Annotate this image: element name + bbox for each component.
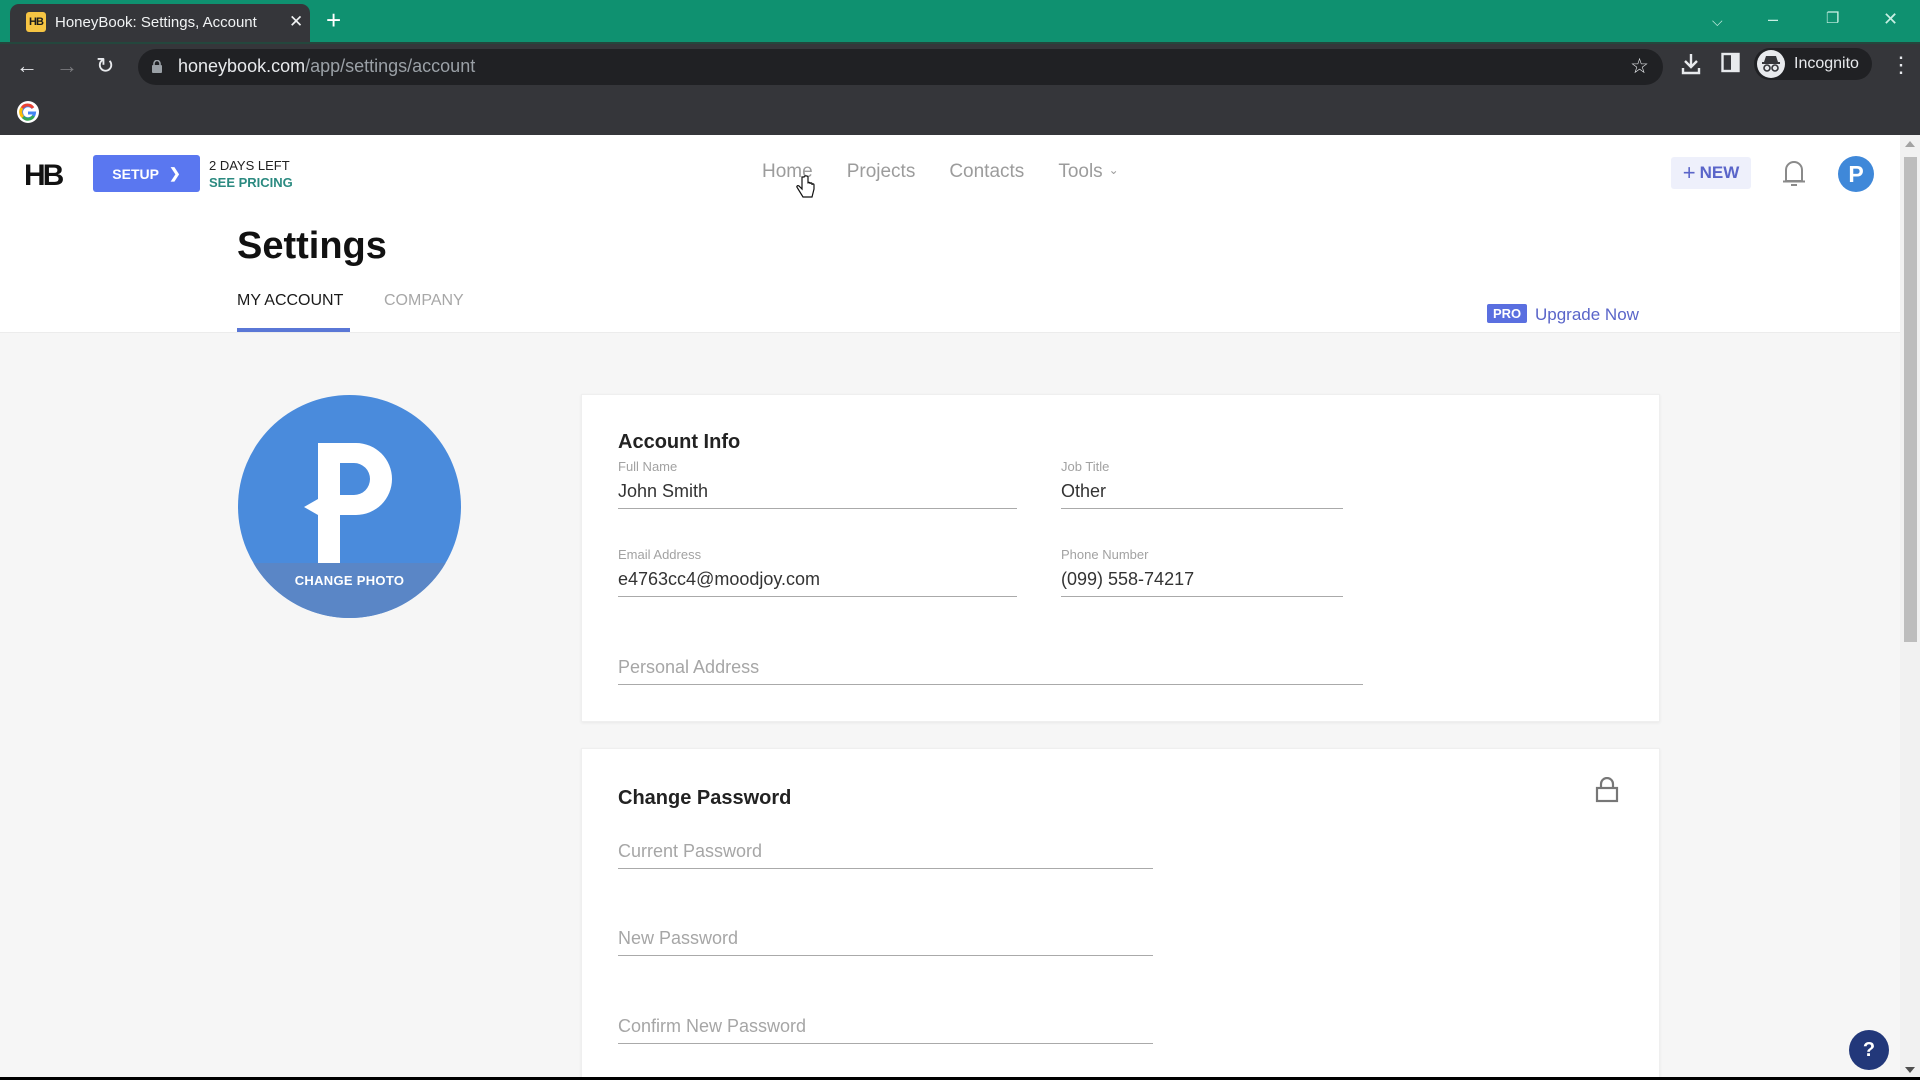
new-password-spacer (618, 906, 1153, 922)
scrollbar-thumb[interactable] (1904, 157, 1917, 642)
upgrade-now-link[interactable]: Upgrade Now (1535, 305, 1639, 325)
new-label: NEW (1699, 163, 1740, 182)
job-title-label: Job Title (1061, 459, 1110, 474)
honeybook-favicon-icon: HB (26, 12, 46, 32)
incognito-icon (1757, 50, 1785, 78)
profile-initial-glyph (304, 443, 392, 571)
see-pricing-link[interactable]: SEE PRICING (209, 175, 293, 190)
profile-photo[interactable]: CHANGE PHOTO (238, 395, 461, 618)
account-info-card: Account Info Full Name Job Title Email A… (581, 394, 1660, 722)
bookmark-star-icon[interactable]: ☆ (1630, 54, 1649, 79)
scroll-down-arrow-icon[interactable] (1905, 1067, 1915, 1073)
tab-search-chevron-icon[interactable]: ⌵ (1712, 10, 1723, 32)
full-name-label: Full Name (618, 459, 678, 474)
new-tab-icon[interactable]: + (326, 6, 341, 34)
change-photo-overlay (238, 563, 461, 618)
nav-contacts[interactable]: Contacts (949, 161, 1024, 183)
restore-icon[interactable]: ❐ (1826, 8, 1839, 30)
job-title-field: Job Title (1061, 459, 1343, 509)
change-photo-label[interactable]: CHANGE PHOTO (238, 573, 461, 588)
confirm-password-field (618, 994, 1153, 1044)
download-icon[interactable] (1680, 52, 1702, 76)
lock-secure-icon (152, 60, 162, 73)
tab-company[interactable]: COMPANY (384, 292, 464, 310)
email-field: Email Address (618, 547, 1017, 597)
incognito-profile-button[interactable]: Incognito (1754, 48, 1872, 80)
tab-close-icon[interactable]: ✕ (289, 13, 303, 31)
nav-projects[interactable]: Projects (847, 161, 916, 183)
url-text: honeybook.com/app/settings/account (178, 56, 476, 76)
new-button[interactable]: + NEW (1671, 157, 1751, 189)
job-title-input[interactable] (1061, 475, 1343, 509)
full-name-field: Full Name (618, 459, 1017, 509)
current-password-spacer (618, 819, 1153, 835)
side-panel-icon[interactable] (1721, 52, 1741, 74)
reload-icon[interactable]: ↻ (96, 54, 114, 78)
lock-icon (1595, 777, 1619, 803)
confirm-password-spacer (618, 994, 1153, 1010)
tab-title: HoneyBook: Settings, Account (55, 14, 257, 31)
phone-input[interactable] (1061, 563, 1343, 597)
email-label: Email Address (618, 547, 702, 562)
mouse-pointer-hand-icon (796, 175, 815, 198)
phone-label: Phone Number (1061, 547, 1149, 562)
trial-days-left: 2 DAYS LEFT (209, 158, 290, 173)
honeybook-logo[interactable]: HB (24, 159, 64, 193)
email-input[interactable] (618, 563, 1017, 597)
current-password-field (618, 819, 1153, 869)
change-password-title: Change Password (618, 787, 792, 809)
personal-address-spacer (618, 635, 1363, 651)
chevron-right-icon: ❯ (168, 165, 181, 181)
scroll-up-arrow-icon[interactable] (1905, 141, 1915, 147)
current-password-input[interactable] (618, 835, 1153, 869)
minimize-icon[interactable]: – (1768, 8, 1778, 30)
tab-my-account[interactable]: MY ACCOUNT (237, 292, 343, 310)
page-title: Settings (237, 225, 387, 267)
close-window-icon[interactable]: ✕ (1883, 8, 1898, 30)
nav-tools[interactable]: Tools ⌄ (1058, 161, 1118, 183)
page-scrollbar[interactable] (1900, 135, 1920, 1080)
setup-label: SETUP (112, 165, 159, 182)
browser-tab-active[interactable]: HB HoneyBook: Settings, Account ✕ (10, 4, 310, 42)
notifications-bell-icon[interactable] (1781, 157, 1807, 189)
chevron-down-icon: ⌄ (1108, 163, 1119, 177)
bookmarks-bar (0, 90, 1920, 135)
personal-address-field (618, 635, 1363, 685)
plus-icon: + (1682, 160, 1696, 185)
new-password-field (618, 906, 1153, 956)
help-button[interactable]: ? (1849, 1030, 1889, 1070)
personal-address-input[interactable] (618, 651, 1363, 685)
account-info-title: Account Info (618, 431, 741, 453)
active-tab-indicator (237, 328, 350, 332)
confirm-password-input[interactable] (618, 1010, 1153, 1044)
browser-tabstrip: HB HoneyBook: Settings, Account ✕ + ⌵ – … (0, 0, 1920, 42)
setup-button[interactable]: SETUP ❯ (93, 155, 200, 192)
user-avatar[interactable]: P (1838, 156, 1874, 192)
change-password-card: Change Password (581, 748, 1660, 1080)
nav-tools-label: Tools (1058, 161, 1103, 182)
page-viewport: HB SETUP ❯ 2 DAYS LEFT SEE PRICING Home … (0, 135, 1900, 1080)
forward-icon[interactable]: → (56, 54, 78, 78)
app-header: HB SETUP ❯ 2 DAYS LEFT SEE PRICING Home … (0, 135, 1900, 333)
google-bookmark-icon[interactable] (17, 101, 39, 123)
browser-menu-icon[interactable]: ⋮ (1890, 52, 1912, 78)
pro-badge: PRO (1487, 304, 1528, 323)
full-name-input[interactable] (618, 475, 1017, 509)
incognito-label: Incognito (1794, 55, 1859, 72)
back-icon[interactable]: ← (16, 54, 38, 78)
new-password-input[interactable] (618, 922, 1153, 956)
browser-toolbar: ← → ↻ honeybook.com/app/settings/account… (0, 42, 1920, 90)
phone-field: Phone Number (1061, 547, 1343, 597)
address-bar[interactable]: honeybook.com/app/settings/account ☆ (138, 49, 1663, 85)
